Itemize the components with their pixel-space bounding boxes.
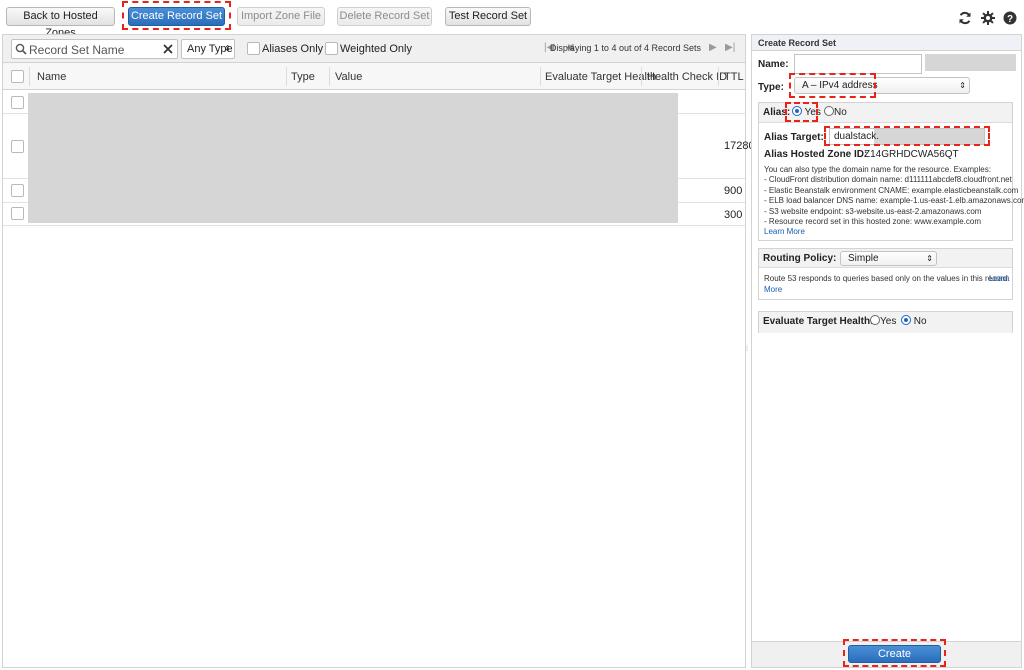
search-input[interactable]: Record Set Name <box>11 39 178 59</box>
routing-policy-select[interactable]: Simple ⇕ <box>840 251 937 266</box>
row-checkbox[interactable] <box>11 96 24 109</box>
evaluate-health-label: Evaluate Target Health: <box>763 316 874 327</box>
evaluate-health-section: Evaluate Target Health: Yes No <box>758 311 1013 333</box>
routing-header: Routing Policy: Simple ⇕ <box>759 249 1012 268</box>
test-record-set-button[interactable]: Test Record Set <box>445 7 531 26</box>
type-select[interactable]: A – IPv4 address ⇕ <box>794 77 970 94</box>
row-ttl: 900 <box>724 185 743 197</box>
column-divider <box>286 67 287 86</box>
routing-section: Routing Policy: Simple ⇕ Route 53 respon… <box>758 248 1013 300</box>
column-type[interactable]: Type <box>291 71 315 83</box>
pager-text: Displaying 1 to 4 out of 4 Record Sets <box>549 43 701 53</box>
alias-yes-radio[interactable] <box>792 106 802 116</box>
eval-no-option[interactable]: No <box>901 312 927 332</box>
select-arrows-icon: ⇕ <box>959 81 966 90</box>
aliases-only-label: Aliases Only <box>262 43 324 55</box>
alias-no-option[interactable]: No <box>824 103 847 123</box>
help-icon[interactable]: ? <box>1003 11 1017 25</box>
next-page-icon[interactable]: ▶ <box>709 42 717 53</box>
clear-search-icon[interactable] <box>163 44 173 54</box>
column-divider <box>540 67 541 86</box>
routing-learn-more-link[interactable]: Learn <box>989 274 1009 284</box>
routing-label: Routing Policy: <box>763 253 837 264</box>
back-to-hosted-zones-button[interactable]: Back to Hosted Zones <box>6 7 115 39</box>
alias-yes-option[interactable]: Yes <box>792 103 821 123</box>
panel-splitter-handle[interactable]: ⁞ <box>746 346 750 353</box>
aliases-only-checkbox[interactable] <box>247 42 260 55</box>
type-label: Type: <box>758 82 784 93</box>
select-arrows-icon: ⇕ <box>224 44 231 53</box>
alias-target-input[interactable]: dualstack. <box>829 128 985 145</box>
alias-yes-label: Yes <box>804 107 821 118</box>
alias-learn-more-link[interactable]: Learn More <box>764 227 805 237</box>
select-arrows-icon: ⇕ <box>926 254 933 263</box>
column-divider <box>641 67 642 86</box>
search-icon <box>15 43 27 55</box>
filter-bar: Record Set Name Any Type ⇕ Aliases Only … <box>3 35 745 63</box>
evaluate-health-header: Evaluate Target Health: Yes No <box>759 312 1012 333</box>
row-checkbox[interactable] <box>11 140 24 153</box>
redacted-domain <box>925 54 1016 71</box>
routing-help-text: Route 53 responds to queries based only … <box>764 274 1010 283</box>
create-button[interactable]: Create <box>848 645 941 663</box>
column-name[interactable]: Name <box>37 71 66 83</box>
alias-help-line: - ELB load balancer DNS name: example-1.… <box>764 196 1024 206</box>
row-ttl: 300 <box>724 209 743 221</box>
alias-help-line: - Resource record set in this hosted zon… <box>764 217 981 226</box>
row-checkbox[interactable] <box>11 184 24 197</box>
toolbar: Back to Hosted Zones Create Record Set I… <box>0 0 1024 39</box>
table-header: Name Type Value Evaluate Target Health H… <box>3 63 745 90</box>
alias-target-label: Alias Target: <box>764 132 824 143</box>
type-select-value: A – IPv4 address <box>802 80 878 91</box>
name-label: Name: <box>758 59 789 70</box>
column-health-check-id[interactable]: Health Check ID <box>647 71 727 83</box>
column-divider <box>329 67 330 86</box>
panel-footer: Create <box>752 639 1021 667</box>
column-value[interactable]: Value <box>335 71 362 83</box>
row-ttl: 17280 <box>724 140 755 152</box>
alias-zone-label: Alias Hosted Zone ID: <box>764 149 868 160</box>
weighted-only-checkbox[interactable] <box>325 42 338 55</box>
alias-help-line: - CloudFront distribution domain name: d… <box>764 175 1012 185</box>
alias-help-line: - S3 website endpoint: s3-website.us-eas… <box>764 206 982 216</box>
column-ttl[interactable]: TTL <box>724 71 744 83</box>
routing-policy-value: Simple <box>848 253 879 264</box>
gear-icon[interactable] <box>981 11 995 25</box>
alias-label: Alias: <box>763 107 791 118</box>
column-divider <box>718 67 719 86</box>
last-page-icon[interactable]: ▶| <box>725 42 735 53</box>
alias-zone-value: Z14GRHDCWA56QT <box>864 149 959 160</box>
select-all-checkbox[interactable] <box>11 70 24 83</box>
create-record-set-button[interactable]: Create Record Set <box>128 7 225 26</box>
alias-help-intro: You can also type the domain name for th… <box>764 165 991 174</box>
record-sets-panel: Record Set Name Any Type ⇕ Aliases Only … <box>2 34 755 668</box>
redacted-region <box>28 93 678 223</box>
alias-no-radio[interactable] <box>824 106 834 116</box>
search-placeholder: Record Set Name <box>29 43 125 57</box>
eval-yes-option[interactable]: Yes <box>870 312 896 332</box>
alias-header: Alias: Yes No <box>759 103 1012 123</box>
weighted-only-label: Weighted Only <box>340 43 412 55</box>
eval-yes-radio[interactable] <box>870 315 880 325</box>
name-input[interactable] <box>794 54 922 74</box>
column-evaluate-target-health[interactable]: Evaluate Target Health <box>545 71 656 83</box>
import-zone-file-button[interactable]: Import Zone File <box>237 7 325 26</box>
alias-no-label: No <box>834 107 847 118</box>
svg-text:?: ? <box>1007 14 1013 25</box>
type-filter-select[interactable]: Any Type ⇕ <box>181 39 235 59</box>
eval-no-radio[interactable] <box>901 315 911 325</box>
create-record-set-panel: Create Record Set Name: Type: A – IPv4 a… <box>751 34 1024 668</box>
panel-title: Create Record Set <box>752 35 1021 51</box>
refresh-icon[interactable] <box>958 11 972 25</box>
delete-record-set-button[interactable]: Delete Record Set <box>337 7 432 26</box>
alias-section: Alias: Yes No Alias Target: dualstack. A… <box>758 102 1024 241</box>
alias-help-line: - Elastic Beanstalk environment CNAME: e… <box>764 185 1019 195</box>
column-divider <box>29 67 30 86</box>
routing-learn-more-link-cont[interactable]: More <box>764 285 782 295</box>
eval-no-label: No <box>913 316 927 327</box>
eval-yes-label: Yes <box>880 316 897 327</box>
row-checkbox[interactable] <box>11 207 24 220</box>
